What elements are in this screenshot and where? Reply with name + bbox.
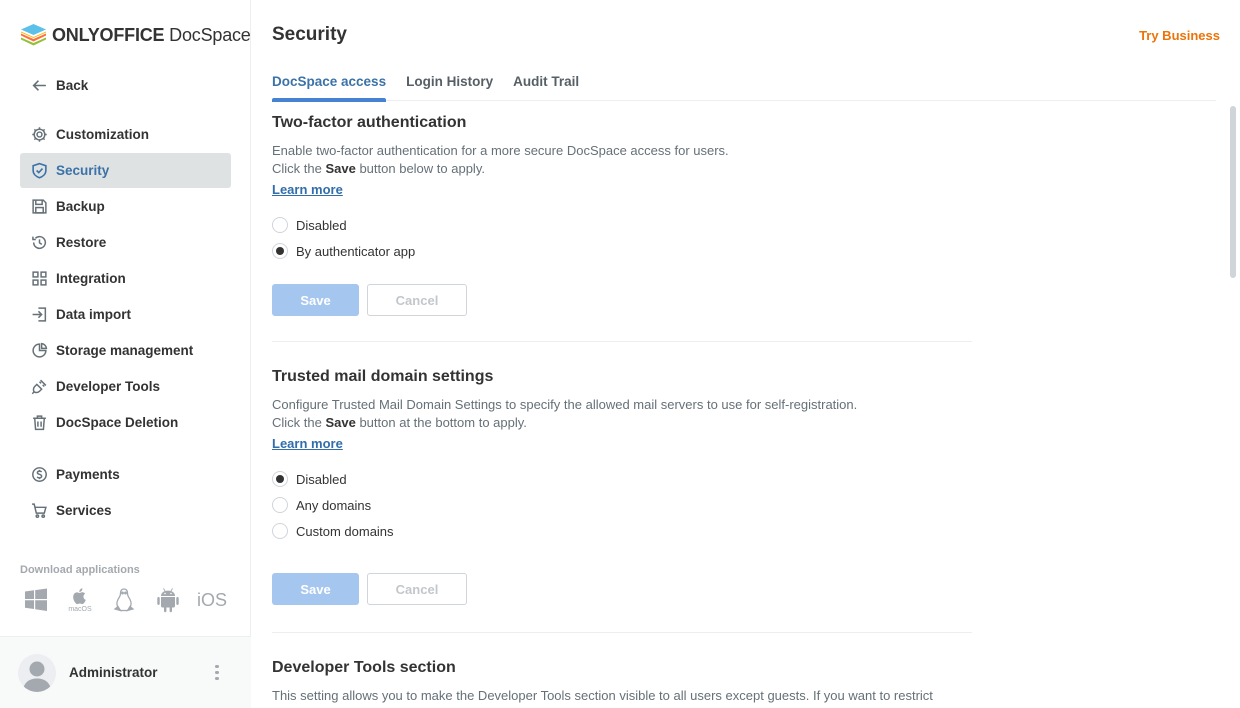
radio-button[interactable] [272, 523, 288, 539]
sidebar: ONLYOFFICE DocSpace Back Customization S… [0, 0, 251, 708]
sidebar-item-docspace-deletion[interactable]: DocSpace Deletion [20, 405, 231, 440]
sidebar-item-security[interactable]: Security [20, 153, 231, 188]
profile-bar: Administrator [0, 636, 251, 708]
developer-tools-section: Developer Tools section This setting all… [272, 659, 992, 705]
grid-icon [30, 270, 48, 288]
two-factor-options: Disabled By authenticator app [272, 212, 972, 264]
cart-icon [30, 502, 48, 520]
radio-button[interactable] [272, 497, 288, 513]
button-row: Save Cancel [272, 284, 972, 316]
radio-any-domains[interactable]: Any domains [272, 492, 972, 518]
radio-custom-domains[interactable]: Custom domains [272, 518, 972, 544]
ios-icon[interactable]: iOS [197, 586, 227, 614]
learn-more-link[interactable]: Learn more [272, 182, 343, 197]
sidebar-item-data-import[interactable]: Data import [20, 297, 231, 332]
section-description: Enable two-factor authentication for a m… [272, 143, 729, 176]
import-icon [30, 306, 48, 324]
section-title: Trusted mail domain settings [272, 368, 494, 385]
logo-text: ONLYOFFICE DocSpace [52, 24, 251, 45]
user-icon [23, 661, 51, 692]
onlyoffice-logo-icon [21, 24, 46, 46]
back-button[interactable]: Back [20, 68, 231, 103]
section-title: Developer Tools section [272, 659, 456, 676]
tabs: DocSpace access Login History Audit Trai… [272, 74, 1216, 102]
page-title: Security [272, 24, 347, 45]
sidebar-item-developer-tools[interactable]: Developer Tools [20, 369, 231, 404]
linux-icon[interactable] [110, 586, 138, 614]
button-row: Save Cancel [272, 573, 972, 605]
two-factor-section: Two-factor authentication Enable two-fac… [272, 114, 972, 316]
profile-name: Administrator [69, 665, 158, 680]
gear-icon [30, 126, 48, 144]
radio-button[interactable] [272, 243, 288, 259]
try-business-link[interactable]: Try Business [1139, 28, 1220, 43]
learn-more-link[interactable]: Learn more [272, 436, 343, 451]
tab-login-history[interactable]: Login History [406, 74, 493, 101]
section-title: Two-factor authentication [272, 114, 467, 131]
radio-authenticator-app[interactable]: By authenticator app [272, 238, 972, 264]
sidebar-item-customization[interactable]: Customization [20, 117, 231, 152]
section-description: Configure Trusted Mail Domain Settings t… [272, 397, 858, 430]
more-options-icon[interactable] [207, 663, 227, 683]
floppy-icon [30, 198, 48, 216]
trusted-mail-section: Trusted mail domain settings Configure T… [272, 368, 972, 605]
arrow-left-icon [30, 77, 48, 95]
plug-icon [30, 378, 48, 396]
save-button[interactable]: Save [272, 573, 359, 605]
scrollbar[interactable] [1230, 106, 1236, 278]
trusted-mail-options: Disabled Any domains Custom domains [272, 466, 972, 544]
avatar[interactable] [18, 653, 56, 692]
sidebar-item-restore[interactable]: Restore [20, 225, 231, 260]
history-icon [30, 234, 48, 252]
onlyoffice-logo[interactable]: ONLYOFFICE DocSpace [20, 22, 251, 48]
windows-icon[interactable] [22, 586, 50, 614]
radio-button[interactable] [272, 217, 288, 233]
android-icon[interactable] [154, 586, 182, 614]
sidebar-item-storage-management[interactable]: Storage management [20, 333, 231, 368]
sidebar-item-services[interactable]: Services [20, 493, 231, 528]
radio-button[interactable] [272, 471, 288, 487]
dollar-icon [30, 466, 48, 484]
tab-docspace-access[interactable]: DocSpace access [272, 74, 387, 102]
radio-disabled[interactable]: Disabled [272, 466, 972, 492]
pie-chart-icon [30, 342, 48, 360]
save-button[interactable]: Save [272, 284, 359, 316]
download-applications-label: Download applications [20, 564, 140, 576]
sidebar-item-backup[interactable]: Backup [20, 189, 231, 224]
sidebar-item-payments[interactable]: Payments [20, 457, 231, 492]
cancel-button[interactable]: Cancel [367, 573, 467, 605]
main-content: Security Try Business DocSpace access Lo… [252, 0, 1240, 708]
radio-disabled[interactable]: Disabled [272, 212, 972, 238]
trash-icon [30, 414, 48, 432]
macos-icon[interactable]: macOS [66, 586, 94, 614]
shield-icon [30, 162, 48, 180]
tab-audit-trail[interactable]: Audit Trail [513, 74, 579, 101]
cancel-button[interactable]: Cancel [367, 284, 467, 316]
divider [272, 341, 972, 342]
section-description: This setting allows you to make the Deve… [272, 688, 933, 703]
sidebar-item-integration[interactable]: Integration [20, 261, 231, 296]
divider [272, 632, 972, 633]
download-apps: macOS iOS [22, 586, 242, 614]
